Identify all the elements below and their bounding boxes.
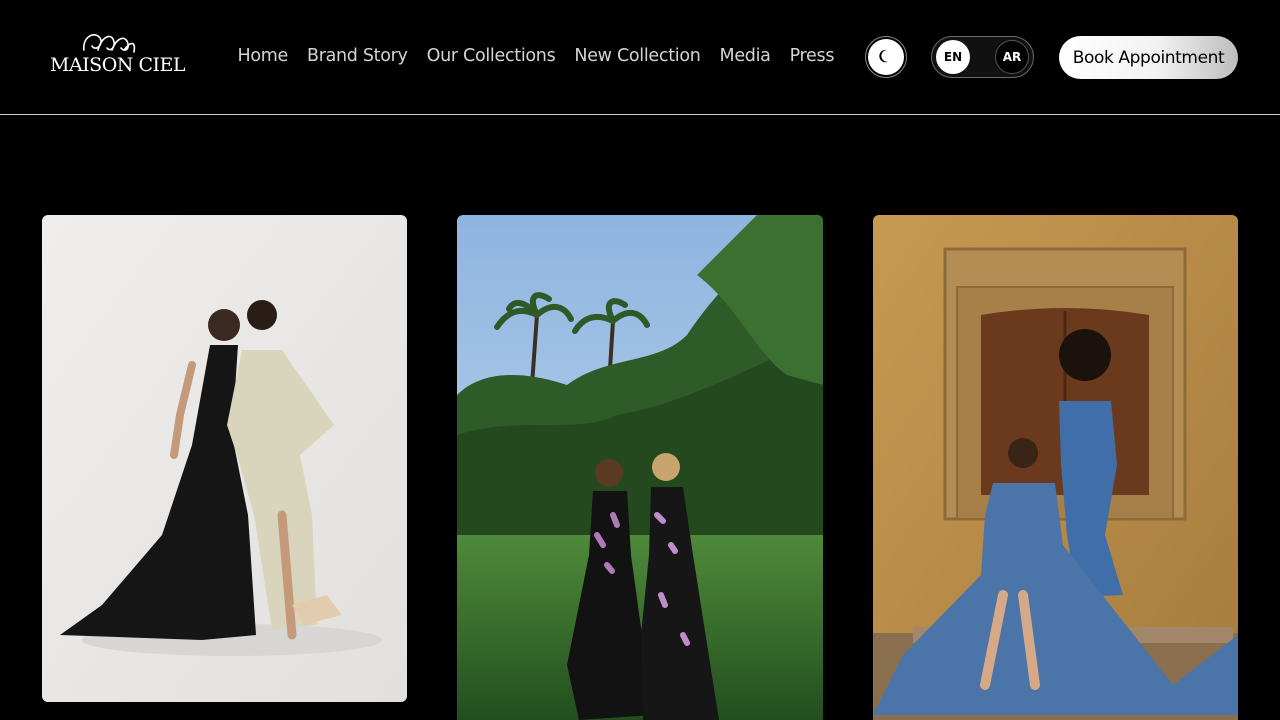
book-appointment-button[interactable]: Book Appointment bbox=[1059, 36, 1238, 79]
brand-logo[interactable]: MAISON CIEL bbox=[50, 28, 185, 80]
gallery-photo-2[interactable] bbox=[457, 215, 823, 720]
lang-en-button[interactable]: EN bbox=[936, 40, 970, 74]
lang-ar-button[interactable]: AR bbox=[995, 40, 1029, 74]
theme-toggle-button[interactable] bbox=[865, 36, 907, 78]
gallery-photo-1[interactable] bbox=[42, 215, 407, 702]
nav-brand-story[interactable]: Brand Story bbox=[297, 46, 417, 66]
doorway-photo-image bbox=[873, 215, 1238, 720]
nav-home[interactable]: Home bbox=[228, 46, 297, 66]
nav-press[interactable]: Press bbox=[780, 46, 844, 66]
moon-icon bbox=[879, 49, 888, 63]
garden-photo-image bbox=[457, 215, 823, 720]
nav-new-collection[interactable]: New Collection bbox=[565, 46, 710, 66]
nav-our-collections[interactable]: Our Collections bbox=[417, 46, 565, 66]
gallery-photo-3[interactable] bbox=[873, 215, 1238, 720]
logo-monogram-icon bbox=[83, 34, 136, 53]
site-header: MAISON CIEL Home Brand Story Our Collect… bbox=[0, 0, 1280, 115]
studio-photo-image bbox=[42, 215, 407, 702]
collection-gallery bbox=[0, 215, 1280, 720]
language-switch: EN AR bbox=[931, 36, 1034, 78]
main-nav: Home Brand Story Our Collections New Col… bbox=[228, 46, 844, 66]
brand-wordmark: MAISON CIEL bbox=[50, 54, 185, 76]
nav-media[interactable]: Media bbox=[710, 46, 780, 66]
